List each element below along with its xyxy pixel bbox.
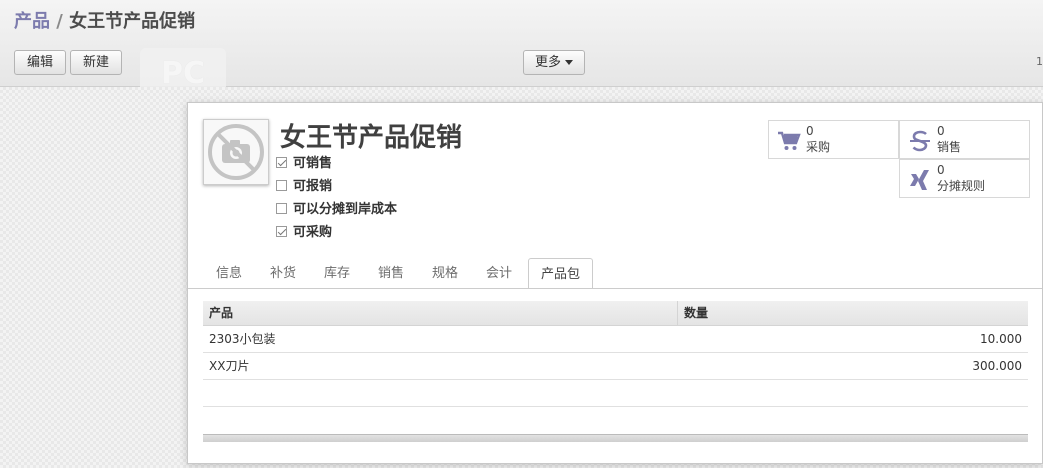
- cell-product: XX刀片: [209, 359, 250, 373]
- checkbox-label: 可报销: [293, 179, 333, 194]
- more-dropdown-button[interactable]: 更多: [523, 50, 585, 75]
- checkbox-label: 可采购: [293, 225, 333, 240]
- product-image[interactable]: [203, 119, 269, 185]
- checkbox-icon[interactable]: [276, 157, 287, 168]
- purchase-ok-checkbox-row[interactable]: 可采购: [276, 224, 332, 242]
- product-name: 女王节产品促销: [280, 123, 463, 153]
- split-rules-count: 0: [937, 163, 945, 177]
- table-footer: [203, 434, 1028, 442]
- checkbox-label: 可销售: [293, 156, 333, 171]
- split-rules-stat-button[interactable]: 0 分摊规则: [899, 159, 1030, 198]
- split-rules-label: 分摊规则: [937, 179, 986, 193]
- form-sheet: 女王节产品促销 可销售 可报销 可以分摊到岸成本 可采购 0 采购 0 销售 0…: [187, 102, 1043, 464]
- empty-row: [203, 380, 1028, 407]
- checkbox-label: 可以分摊到岸成本: [293, 202, 398, 217]
- more-label: 更多: [534, 55, 561, 70]
- pager-fragment: 1: [1036, 55, 1043, 68]
- tab-inventory[interactable]: 库存: [311, 258, 363, 289]
- breadcrumb-separator: /: [56, 11, 63, 32]
- sales-count: 0: [937, 124, 945, 138]
- cell-quantity: 10.000: [980, 332, 1022, 346]
- sale-ok-checkbox-row[interactable]: 可销售: [276, 155, 332, 173]
- purchases-stat-button[interactable]: 0 采购: [768, 120, 899, 159]
- purchases-count: 0: [806, 124, 814, 138]
- table-row[interactable]: XX刀片 300.000: [203, 353, 1028, 380]
- tab-variants[interactable]: 规格: [419, 258, 471, 289]
- create-button[interactable]: 新建: [70, 50, 122, 75]
- breadcrumb-parent-link[interactable]: 产品: [14, 11, 50, 32]
- breadcrumb-current: 女王节产品促销: [69, 11, 196, 32]
- breadcrumb: 产品 / 女王节产品促销: [14, 7, 195, 33]
- xing-icon: [910, 170, 929, 190]
- tab-accounting[interactable]: 会计: [473, 258, 525, 289]
- sales-label: 销售: [937, 140, 962, 154]
- control-panel: 产品 / 女王节产品促销 编辑 新建 PC 更多 1: [0, 0, 1043, 100]
- sales-stat-button[interactable]: 0 销售: [899, 120, 1030, 159]
- purchases-label: 采购: [806, 140, 831, 154]
- expense-checkbox-row[interactable]: 可报销: [276, 178, 332, 196]
- tab-replenish[interactable]: 补货: [257, 258, 309, 289]
- dollar-icon: [910, 130, 930, 152]
- cart-icon: [778, 131, 801, 150]
- checkbox-icon[interactable]: [276, 203, 287, 214]
- column-header-quantity[interactable]: 数量: [677, 301, 1029, 325]
- checkbox-icon[interactable]: [276, 226, 287, 237]
- table-header: 产品 数量: [203, 301, 1028, 326]
- no-image-icon: [208, 124, 264, 180]
- caret-down-icon: [565, 60, 573, 65]
- tabs-divider: [188, 288, 1042, 289]
- tab-product-pack[interactable]: 产品包: [528, 258, 593, 289]
- cell-quantity: 300.000: [972, 359, 1022, 373]
- edit-button[interactable]: 编辑: [14, 50, 66, 75]
- column-header-product[interactable]: 产品: [209, 301, 233, 325]
- tab-info[interactable]: 信息: [203, 258, 255, 289]
- landed-cost-checkbox-row[interactable]: 可以分摊到岸成本: [276, 201, 397, 219]
- cell-product: 2303小包装: [209, 332, 276, 346]
- pack-lines-table: 产品 数量 2303小包装 10.000 XX刀片 300.000: [203, 301, 1028, 442]
- table-row[interactable]: 2303小包装 10.000: [203, 326, 1028, 353]
- tab-sales[interactable]: 销售: [365, 258, 417, 289]
- checkbox-icon[interactable]: [276, 180, 287, 191]
